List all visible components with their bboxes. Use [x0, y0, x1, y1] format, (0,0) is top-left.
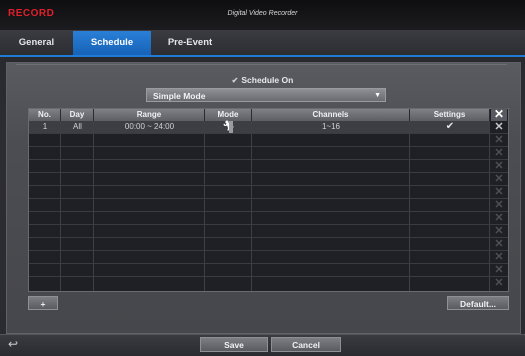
delete-row-icon-disabled: ✕	[494, 134, 504, 146]
row-divider	[29, 211, 508, 212]
delete-row-icon-disabled: ✕	[494, 225, 504, 237]
delete-row-icon-disabled: ✕	[494, 186, 504, 198]
tab-general[interactable]: General	[0, 31, 73, 55]
row-divider	[29, 133, 508, 134]
tab-bar: General Schedule Pre-Event	[0, 31, 525, 57]
row-divider	[29, 146, 508, 147]
delete-row-icon[interactable]: ✕	[491, 121, 507, 133]
delete-row-icon-disabled: ✕	[494, 238, 504, 250]
delete-row-icon-disabled: ✕	[494, 251, 504, 263]
dvr-window: RECORD Digital Video Recorder General Sc…	[0, 0, 525, 356]
row-divider	[29, 276, 508, 277]
column-header-channels: Channels	[252, 109, 410, 121]
row-range-cell[interactable]: 00:00 ~ 24:00	[94, 121, 205, 133]
row-divider	[29, 250, 508, 251]
cancel-button[interactable]: Cancel	[271, 337, 341, 352]
close-icon[interactable]: ✕	[491, 108, 507, 121]
row-day-cell[interactable]: All	[61, 121, 94, 133]
back-arrow-icon[interactable]: ↩	[8, 338, 21, 350]
tab-pre-event[interactable]: Pre-Event	[151, 31, 229, 55]
schedule-mode-value: Simple Mode	[153, 91, 206, 101]
chevron-down-icon: ▼	[374, 92, 381, 99]
row-divider	[29, 263, 508, 264]
delete-row-icon-disabled: ✕	[494, 212, 504, 224]
schedule-mode-select[interactable]: Simple Mode ▼	[146, 88, 386, 102]
add-row-button[interactable]: +	[28, 296, 58, 310]
delete-row-icon-disabled: ✕	[494, 277, 504, 289]
column-header-mode: Mode	[205, 109, 252, 121]
row-divider	[29, 159, 508, 160]
range-scroll-indicator	[229, 121, 233, 133]
row-divider	[29, 224, 508, 225]
default-button[interactable]: Default...	[447, 296, 509, 310]
row-channels-cell[interactable]: 1~16	[252, 121, 410, 133]
delete-row-icon-disabled: ✕	[494, 264, 504, 276]
schedule-on-label: Schedule On	[241, 75, 294, 85]
row-divider	[29, 172, 508, 173]
delete-row-icon-disabled: ✕	[494, 147, 504, 159]
schedule-on-toggle[interactable]: ✔ Schedule On	[0, 75, 525, 85]
schedule-table: No. Day Range Mode Channels Settings 1 A…	[28, 108, 509, 292]
app-title: Digital Video Recorder	[227, 10, 298, 17]
delete-row-icon-disabled: ✕	[494, 199, 504, 211]
column-header-day: Day	[61, 109, 94, 121]
delete-row-icon-disabled: ✕	[494, 160, 504, 172]
panel-divider	[16, 64, 507, 65]
title-bar: RECORD Digital Video Recorder	[0, 0, 525, 31]
column-header-settings: Settings	[410, 109, 490, 121]
save-button[interactable]: Save	[200, 337, 268, 352]
column-header-range: Range	[94, 109, 205, 121]
delete-row-icon-disabled: ✕	[494, 173, 504, 185]
row-divider	[29, 237, 508, 238]
checkbox-checked-icon[interactable]: ✔	[232, 76, 239, 85]
tab-schedule[interactable]: Schedule	[73, 31, 151, 55]
checkmark-icon[interactable]: ✔	[410, 121, 490, 133]
row-divider	[29, 185, 508, 186]
column-header-no: No.	[29, 109, 61, 121]
row-no-cell: 1	[42, 122, 48, 131]
row-divider	[29, 198, 508, 199]
